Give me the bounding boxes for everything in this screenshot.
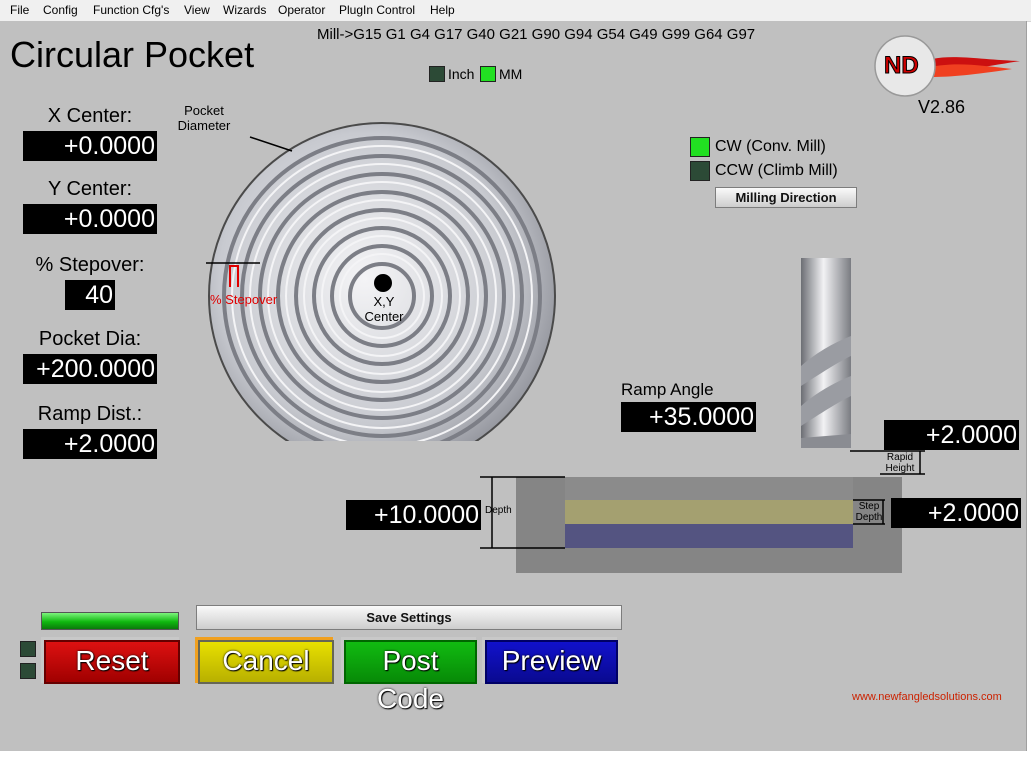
wizard-panel: Circular Pocket Mill->G15 G1 G4 G17 G40 …: [0, 21, 1027, 751]
menu-plugin-control[interactable]: PlugIn Control: [339, 3, 415, 17]
nd-logo: ND: [872, 31, 1022, 106]
post-code-button[interactable]: Post Code: [344, 640, 477, 714]
ramp-angle-input[interactable]: +35.0000: [621, 402, 756, 432]
progress-bar: [41, 612, 179, 630]
ramp-dist-label: Ramp Dist.:: [37, 403, 143, 425]
rapid-height-input[interactable]: +2.0000: [884, 420, 1019, 450]
menu-help[interactable]: Help: [430, 3, 455, 17]
menu-view[interactable]: View: [184, 3, 210, 17]
inch-led[interactable]: [429, 66, 445, 82]
cw-led[interactable]: [690, 137, 710, 157]
cancel-button[interactable]: Cancel: [198, 640, 334, 684]
stepover-input[interactable]: 40: [65, 280, 115, 310]
menu-config[interactable]: Config: [43, 3, 78, 17]
menu-operator[interactable]: Operator: [278, 3, 325, 17]
cancel-button-frame: Cancel: [195, 637, 334, 684]
status-led-1: [20, 641, 36, 657]
progress-fill: [42, 613, 178, 629]
ramp-angle-label: Ramp Angle: [621, 380, 714, 399]
mm-label: MM: [499, 66, 523, 82]
menu-wizards[interactable]: Wizards: [223, 3, 266, 17]
page-title: Circular Pocket: [10, 34, 255, 75]
x-center-input[interactable]: +0.0000: [23, 131, 157, 161]
y-center-label: Y Center:: [47, 178, 133, 200]
pocket-diameter-label: Pocket Diameter: [177, 103, 231, 133]
cw-label: CW (Conv. Mill): [715, 138, 826, 155]
logo-text: ND: [884, 52, 919, 79]
website-link[interactable]: www.newfangledsolutions.com: [852, 691, 1002, 703]
status-led-2: [20, 663, 36, 679]
stepover-label: % Stepover:: [35, 254, 145, 276]
pocket-dia-input[interactable]: +200.0000: [23, 354, 157, 384]
preview-button[interactable]: Preview: [485, 640, 618, 684]
menu-bar: File Config Function Cfg's View Wizards …: [0, 0, 1031, 22]
depth-label: Depth: [485, 505, 512, 516]
gcode-status: Mill->G15 G1 G4 G17 G40 G21 G90 G94 G54 …: [317, 26, 756, 43]
preview-button-frame: Preview: [482, 637, 618, 684]
y-center-input[interactable]: +0.0000: [23, 204, 157, 234]
step-depth-input[interactable]: +2.0000: [891, 498, 1021, 528]
menu-function-cfgs[interactable]: Function Cfg's: [93, 3, 169, 17]
menu-file[interactable]: File: [10, 3, 29, 17]
mm-led[interactable]: [480, 66, 496, 82]
end-mill-icon: [798, 256, 854, 461]
ccw-led[interactable]: [690, 161, 710, 181]
depth-diagram: [480, 447, 960, 582]
milling-direction-button[interactable]: Milling Direction: [715, 187, 857, 208]
ramp-dist-input[interactable]: +2.0000: [23, 429, 157, 459]
inch-label: Inch: [448, 66, 475, 82]
version-label: V2.86: [918, 97, 966, 117]
pocket-diagram: [200, 106, 570, 470]
x-center-label: X Center:: [47, 105, 133, 127]
step-depth-label: Step Depth: [855, 501, 883, 523]
ccw-label: CCW (Climb Mill): [715, 162, 838, 179]
reset-button[interactable]: Reset: [44, 640, 180, 684]
depth-input[interactable]: +10.0000: [346, 500, 481, 530]
save-settings-button[interactable]: Save Settings: [196, 605, 622, 630]
reset-button-frame: Reset: [41, 637, 180, 684]
xy-center-label: X,Y Center: [364, 294, 404, 324]
post-code-button-frame: Post Code: [341, 637, 477, 714]
stepover-diagram-label: % Stepover: [210, 292, 278, 307]
pocket-dia-label: Pocket Dia:: [38, 328, 142, 350]
